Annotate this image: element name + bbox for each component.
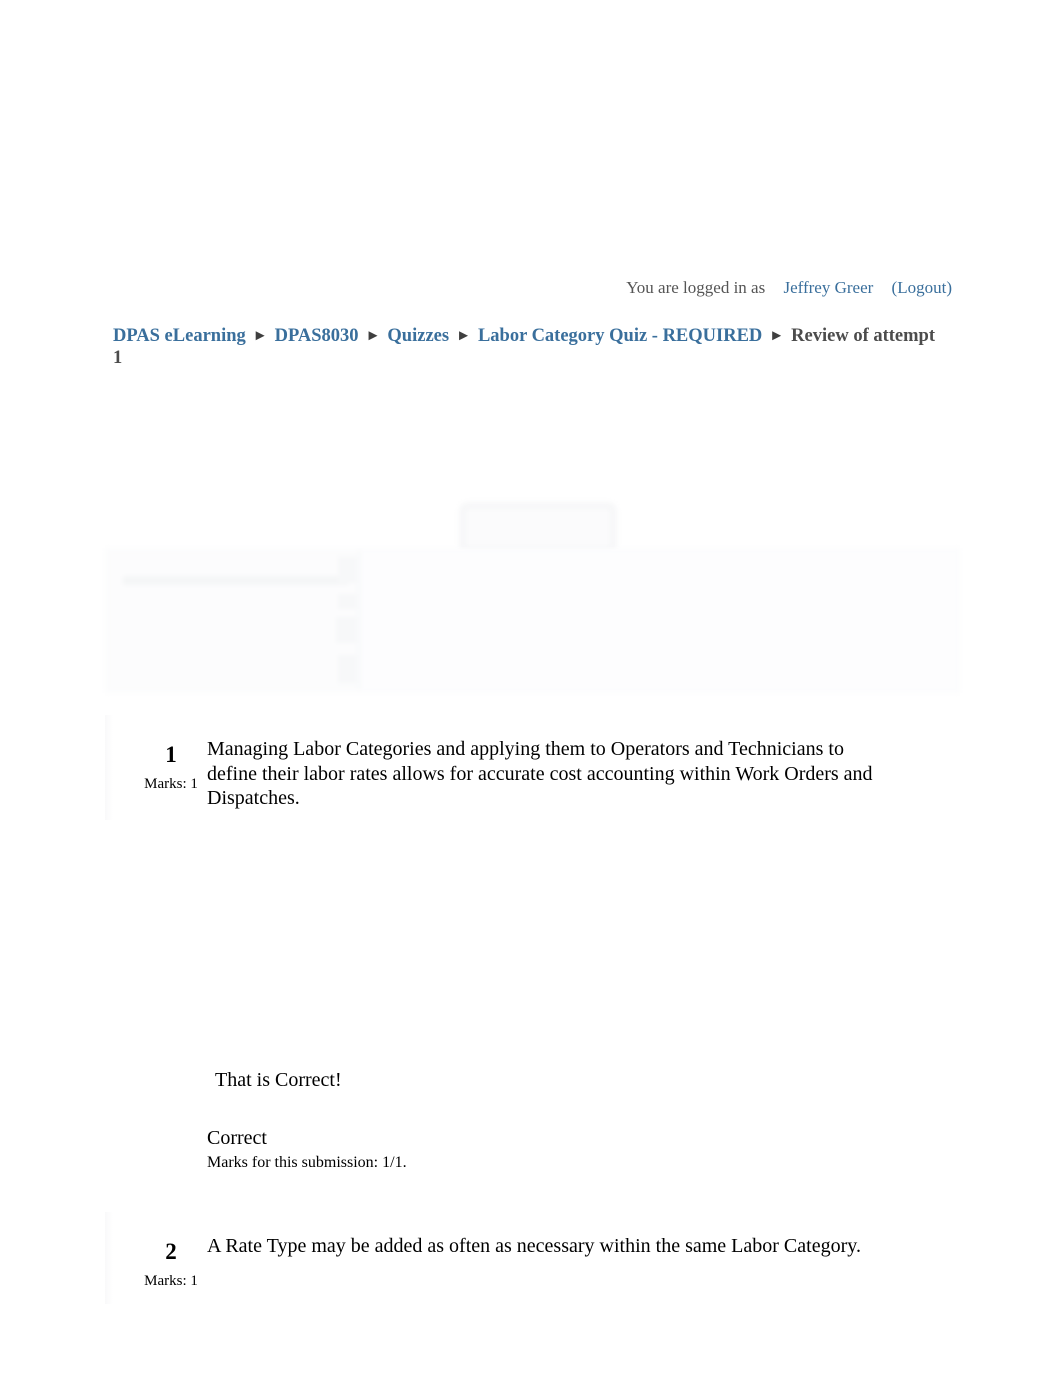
question-marks-label: Marks: 1 (144, 776, 198, 792)
attempt-summary-divider (358, 551, 361, 689)
breadcrumb-item-dpas8030[interactable]: DPAS8030 (275, 326, 359, 346)
attempt-summary-block (336, 617, 356, 643)
breadcrumb-item-quizzes[interactable]: Quizzes (387, 326, 449, 346)
login-status-bar: You are logged in as Jeffrey Greer (Logo… (0, 278, 952, 298)
attempt-summary-block (338, 655, 356, 683)
question-left-accent (105, 715, 113, 820)
breadcrumb-item-labor-category-quiz[interactable]: Labor Category Quiz - REQUIRED (478, 326, 762, 346)
attempt-summary-tab[interactable] (460, 503, 616, 553)
breadcrumb-item-dpas-elearning[interactable]: DPAS eLearning (113, 326, 246, 346)
breadcrumb-separator-icon: ► (456, 328, 471, 344)
logout-group: (Logout) (892, 278, 952, 297)
feedback-grade-label: Correct (207, 1127, 267, 1149)
question-block: 1 Marks: 1 Managing Labor Categories and… (105, 715, 962, 820)
breadcrumb: DPAS eLearning ► DPAS8030 ► Quizzes ► Labor Ca… (113, 326, 943, 369)
question-text: Managing Labor Categories and applying t… (207, 738, 873, 809)
question-marks-label: Marks: 1 (144, 1273, 198, 1289)
attempt-summary-left-cell (110, 553, 357, 688)
feedback-marks-line: Marks for this submission: 1/1. (207, 1154, 407, 1171)
logout-link[interactable]: Logout (897, 278, 946, 297)
attempt-summary-block (338, 557, 356, 583)
breadcrumb-separator-icon: ► (252, 328, 268, 344)
question-number: 1 (165, 742, 177, 767)
question-block: 2 Marks: 1 A Rate Type may be added as o… (105, 1212, 962, 1304)
question-left-accent (105, 1212, 113, 1304)
attempt-summary-block (338, 594, 356, 609)
attempt-summary-panel (105, 495, 962, 700)
user-profile-link[interactable]: Jeffrey Greer (783, 278, 873, 297)
feedback-banner: That is Correct! (215, 1069, 342, 1091)
paren-close: ) (946, 278, 952, 297)
attempt-summary-table (105, 548, 960, 693)
breadcrumb-separator-icon: ► (769, 328, 785, 344)
question-number: 2 (165, 1239, 177, 1264)
attempt-summary-header-row (123, 576, 348, 585)
breadcrumb-separator-icon: ► (365, 328, 381, 344)
question-text: A Rate Type may be added as often as nec… (207, 1235, 861, 1257)
logged-in-as-label: You are logged in as (626, 278, 766, 297)
